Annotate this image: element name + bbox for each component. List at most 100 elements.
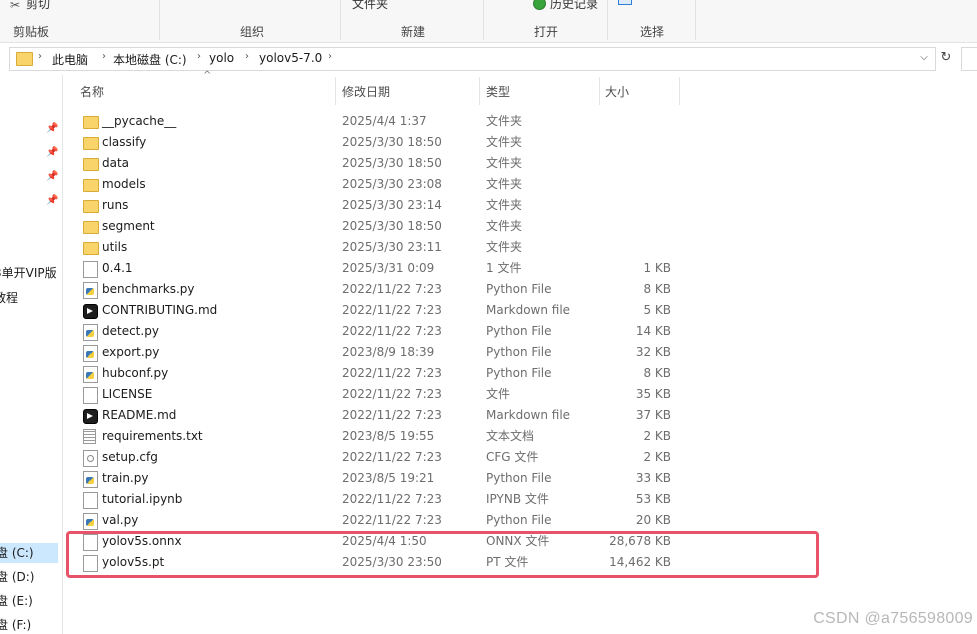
column-divider[interactable] bbox=[479, 77, 480, 105]
file-row[interactable]: CONTRIBUTING.md 2022/11/22 7:23 Markdown f… bbox=[77, 300, 671, 321]
sort-ascending-icon: ^ bbox=[203, 70, 212, 81]
file-row[interactable]: runs 2025/3/30 23:14 文件夹 bbox=[77, 195, 671, 216]
chevron-right-icon[interactable]: › bbox=[197, 51, 201, 62]
file-size: 2 KB bbox=[643, 429, 671, 443]
file-size: 14 KB bbox=[635, 324, 671, 338]
file-row[interactable]: hubconf.py 2022/11/22 7:23 Python File 8 KB bbox=[77, 363, 671, 384]
file-size: 32 KB bbox=[635, 345, 671, 359]
breadcrumb-this-pc[interactable]: 此电脑 bbox=[52, 51, 88, 68]
file-name: utils bbox=[102, 240, 128, 254]
file-type: 文本文档 bbox=[486, 429, 535, 443]
folder-icon bbox=[83, 242, 99, 255]
file-row[interactable]: README.md 2022/11/22 7:23 Markdown file 37 … bbox=[77, 405, 671, 426]
file-row[interactable]: __pycache__ 2025/4/4 1:37 文件夹 bbox=[77, 111, 671, 132]
folder-icon bbox=[83, 221, 99, 234]
nav-drive-e[interactable]: 盘 (E:) bbox=[0, 591, 58, 611]
file-name: export.py bbox=[102, 345, 160, 359]
column-divider[interactable] bbox=[679, 77, 680, 105]
column-header-name[interactable]: 名称 bbox=[80, 80, 104, 104]
file-date: 2025/3/30 18:50 bbox=[342, 135, 442, 149]
new-group-label: 新建 bbox=[401, 25, 426, 39]
file-row[interactable]: 0.4.1 2025/3/31 0:09 1 文件 1 KB bbox=[77, 258, 671, 279]
chevron-right-icon[interactable]: › bbox=[38, 51, 42, 62]
history-button[interactable]: 历史记录 bbox=[550, 0, 598, 12]
file-row[interactable]: segment 2025/3/30 18:50 文件夹 bbox=[77, 216, 671, 237]
select-all-icon[interactable] bbox=[618, 0, 632, 5]
python-file-icon bbox=[83, 366, 98, 383]
file-row[interactable]: classify 2025/3/30 18:50 文件夹 bbox=[77, 132, 671, 153]
file-row[interactable]: LICENSE 2022/11/22 7:23 文件 35 KB bbox=[77, 384, 671, 405]
file-name: detect.py bbox=[102, 324, 159, 338]
file-type: Python File bbox=[486, 513, 552, 527]
file-name: 0.4.1 bbox=[102, 261, 133, 275]
breadcrumb-yolov5[interactable]: yolov5-7.0 bbox=[259, 51, 322, 65]
nav-item[interactable]: 教程 bbox=[0, 289, 18, 306]
breadcrumb-yolo[interactable]: yolo bbox=[209, 51, 234, 65]
file-date: 2023/8/5 19:55 bbox=[342, 429, 435, 443]
file-name: README.md bbox=[102, 408, 177, 422]
file-date: 2025/3/30 23:08 bbox=[342, 177, 442, 191]
config-file-icon bbox=[83, 450, 98, 467]
file-row[interactable]: setup.cfg 2022/11/22 7:23 CFG 文件 2 KB bbox=[77, 447, 671, 468]
file-date: 2025/4/4 1:37 bbox=[342, 114, 427, 128]
file-row[interactable]: detect.py 2022/11/22 7:23 Python File 14 KB bbox=[77, 321, 671, 342]
pin-icon[interactable]: 📌 bbox=[46, 123, 58, 134]
file-type: 文件夹 bbox=[486, 114, 523, 128]
file-row[interactable]: export.py 2023/8/9 18:39 Python File 32 KB bbox=[77, 342, 671, 363]
history-icon bbox=[533, 0, 546, 10]
file-type: Python File bbox=[486, 345, 552, 359]
file-type: 文件夹 bbox=[486, 219, 523, 233]
file-row[interactable]: tutorial.ipynb 2022/11/22 7:23 IPYNB 文件 53 … bbox=[77, 489, 671, 510]
file-name: data bbox=[102, 156, 130, 170]
nav-drive-c[interactable]: 盘 (C:) bbox=[0, 543, 58, 563]
pin-icon[interactable]: 📌 bbox=[46, 171, 58, 182]
file-row[interactable]: data 2025/3/30 18:50 文件夹 bbox=[77, 153, 671, 174]
scissors-icon: ✂ bbox=[10, 0, 21, 12]
file-date: 2022/11/22 7:23 bbox=[342, 513, 442, 527]
python-file-icon bbox=[83, 324, 98, 341]
column-header-type[interactable]: 类型 bbox=[486, 80, 510, 104]
file-size: 8 KB bbox=[643, 282, 671, 296]
folder-icon bbox=[83, 179, 99, 192]
breadcrumb-drive-c[interactable]: 本地磁盘 (C:) bbox=[113, 51, 187, 68]
nav-drive-d[interactable]: 盘 (D:) bbox=[0, 567, 58, 587]
file-size: 37 KB bbox=[635, 408, 671, 422]
file-row[interactable]: utils 2025/3/30 23:11 文件夹 bbox=[77, 237, 671, 258]
file-row[interactable]: benchmarks.py 2022/11/22 7:23 Python File 8… bbox=[77, 279, 671, 300]
file-name: __pycache__ bbox=[102, 114, 177, 128]
file-icon bbox=[83, 387, 98, 404]
file-type: 文件夹 bbox=[486, 240, 523, 254]
organize-group-label: 组织 bbox=[240, 25, 265, 39]
file-date: 2022/11/22 7:23 bbox=[342, 324, 442, 338]
column-header-date[interactable]: 修改日期 bbox=[342, 80, 390, 104]
pin-icon[interactable]: 📌 bbox=[46, 147, 58, 158]
address-input[interactable]: › 此电脑 › 本地磁盘 (C:) › yolo › yolov5-7.0 › … bbox=[9, 47, 936, 71]
nav-drive-f[interactable]: 盘 (F:) bbox=[0, 615, 58, 634]
cut-button[interactable]: 剪切 bbox=[26, 0, 50, 12]
ribbon: ✂ 剪切 文件夹 历史记录 剪贴板 组织 新建 打开 选择 bbox=[0, 0, 977, 43]
pin-icon[interactable]: 📌 bbox=[46, 195, 58, 206]
column-divider[interactable] bbox=[335, 77, 336, 105]
markdown-file-icon bbox=[83, 304, 98, 319]
file-icon bbox=[83, 492, 98, 509]
chevron-down-icon[interactable]: ⌵ bbox=[916, 50, 932, 66]
file-type: Python File bbox=[486, 471, 552, 485]
file-row[interactable]: train.py 2023/8/5 19:21 Python File 33 KB bbox=[77, 468, 671, 489]
chevron-right-icon[interactable]: › bbox=[245, 51, 249, 62]
search-input[interactable] bbox=[961, 47, 977, 71]
file-row[interactable]: val.py 2022/11/22 7:23 Python File 20 KB bbox=[77, 510, 671, 531]
file-size: 5 KB bbox=[643, 303, 671, 317]
file-row[interactable]: requirements.txt 2023/8/5 19:55 文本文档 2 KB bbox=[77, 426, 671, 447]
chevron-right-icon[interactable]: › bbox=[102, 51, 106, 62]
file-date: 2022/11/22 7:23 bbox=[342, 408, 442, 422]
new-folder-button[interactable]: 文件夹 bbox=[352, 0, 388, 12]
file-row[interactable]: models 2025/3/30 23:08 文件夹 bbox=[77, 174, 671, 195]
nav-item[interactable]: 3单开VIP版 bbox=[0, 264, 57, 281]
folder-icon bbox=[16, 52, 33, 66]
file-name: models bbox=[102, 177, 146, 191]
chevron-right-icon[interactable]: › bbox=[328, 51, 332, 62]
column-divider[interactable] bbox=[599, 77, 600, 105]
file-date: 2023/8/9 18:39 bbox=[342, 345, 435, 359]
refresh-icon[interactable]: ↻ bbox=[936, 47, 956, 69]
column-header-size[interactable]: 大小 bbox=[605, 80, 629, 104]
